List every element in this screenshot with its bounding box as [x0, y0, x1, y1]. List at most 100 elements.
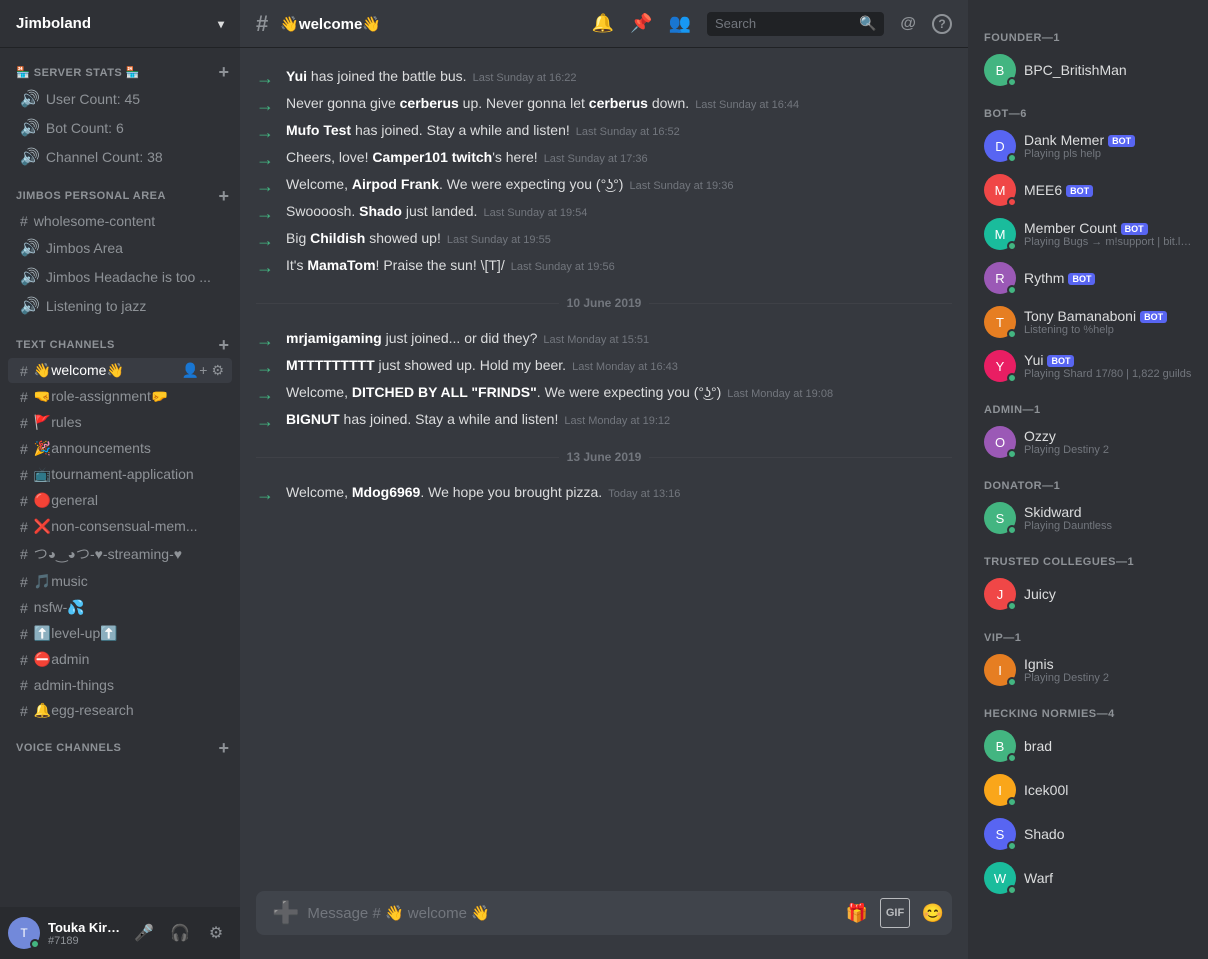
- avatar-initials: B: [996, 739, 1005, 754]
- join-arrow-icon: →: [256, 122, 274, 143]
- notifications-icon[interactable]: 🔔: [592, 13, 614, 34]
- member-avatar: T: [984, 306, 1016, 338]
- add-channel-button[interactable]: +: [216, 64, 232, 80]
- separator-line: [649, 303, 952, 304]
- section-header-voice[interactable]: VOICE CHANNELS+: [0, 724, 240, 760]
- hash-icon: #: [20, 652, 28, 668]
- member-name: RythmBOT: [1024, 270, 1192, 286]
- members-panel: FOUNDER—1 B BPC_BritishMan BOT—6 D Dank …: [968, 0, 1208, 959]
- message-content: Mufo Test has joined. Stay a while and l…: [286, 120, 680, 141]
- channel-name: 🚩rules: [34, 414, 224, 431]
- channel-item[interactable]: #⬆️level-up⬆️: [8, 621, 232, 646]
- avatar-initials: B: [996, 63, 1005, 78]
- member-item[interactable]: S Shado: [976, 812, 1200, 856]
- member-item[interactable]: R RythmBOT: [976, 256, 1200, 300]
- section-label: TEXT CHANNELS: [16, 339, 115, 351]
- channel-item[interactable]: #🎵music: [8, 569, 232, 594]
- search-input[interactable]: [715, 16, 855, 31]
- channel-item[interactable]: 🔊Bot Count: 6: [8, 114, 232, 142]
- join-arrow-icon: →: [256, 411, 274, 432]
- channel-item[interactable]: 🔊Channel Count: 38: [8, 143, 232, 171]
- search-box[interactable]: 🔍: [707, 12, 884, 36]
- status-indicator: [1007, 241, 1017, 251]
- member-name: Tony BamanaboniBOT: [1024, 308, 1192, 324]
- member-avatar: O: [984, 426, 1016, 458]
- member-item[interactable]: B BPC_BritishMan: [976, 48, 1200, 92]
- channel-item[interactable]: #🤜role-assignment🤛: [8, 384, 232, 409]
- member-item[interactable]: B brad: [976, 724, 1200, 768]
- member-item[interactable]: I Ignis Playing Destiny 2: [976, 648, 1200, 692]
- section-header-jimbos-personal[interactable]: JIMBOS PERSONAL AREA+: [0, 172, 240, 208]
- channel-item[interactable]: 🔊User Count: 45: [8, 85, 232, 113]
- member-item[interactable]: D Dank MemerBOT Playing pls help: [976, 124, 1200, 168]
- channel-item[interactable]: #⛔admin: [8, 647, 232, 672]
- member-item[interactable]: O Ozzy Playing Destiny 2: [976, 420, 1200, 464]
- emoji-icon[interactable]: 😊: [918, 898, 948, 928]
- hash-icon: #: [20, 626, 28, 642]
- member-activity: Playing Shard 17/80 | 1,822 guilds: [1024, 368, 1192, 380]
- member-item[interactable]: I Icek00l: [976, 768, 1200, 812]
- add-voice-channel-button[interactable]: +: [216, 740, 232, 756]
- help-icon[interactable]: ?: [932, 14, 952, 34]
- message-content: It's MamaTom! Praise the sun! \[T]/Last …: [286, 255, 615, 276]
- channel-item[interactable]: #👋welcome👋👤+⚙: [8, 358, 232, 383]
- add-member-icon[interactable]: 👤+: [182, 362, 208, 379]
- channel-name: Listening to jazz: [46, 298, 146, 314]
- member-item[interactable]: J Juicy: [976, 572, 1200, 616]
- section-header-text-channels[interactable]: TEXT CHANNELS +: [0, 321, 240, 357]
- channel-item[interactable]: 🔊Jimbos Area: [8, 234, 232, 262]
- section-header-server-stats[interactable]: 🏪 SERVER STATS 🏪+: [0, 48, 240, 84]
- member-info: Warf: [1024, 870, 1192, 886]
- discriminator: #7189: [48, 935, 120, 947]
- message-content: Big Childish showed up!Last Sunday at 19…: [286, 228, 551, 249]
- gift-icon[interactable]: 🎁: [842, 898, 872, 928]
- role-header: DONATOR—1: [976, 464, 1200, 496]
- member-item[interactable]: M MEE6BOT: [976, 168, 1200, 212]
- member-item[interactable]: W Warf: [976, 856, 1200, 900]
- bot-badge: BOT: [1066, 185, 1093, 197]
- add-channel-button[interactable]: +: [216, 337, 232, 353]
- channel-item[interactable]: #🚩rules: [8, 410, 232, 435]
- channel-settings-icon[interactable]: ⚙: [211, 362, 224, 379]
- deafen-button[interactable]: 🎧: [164, 917, 196, 949]
- add-channel-button[interactable]: +: [216, 188, 232, 204]
- channel-name: admin-things: [34, 677, 224, 693]
- channel-item[interactable]: #🔴general: [8, 488, 232, 513]
- channel-item[interactable]: #❌non-consensual-mem...: [8, 514, 232, 539]
- gif-icon[interactable]: GIF: [880, 898, 910, 928]
- message-timestamp: Last Sunday at 19:54: [483, 207, 587, 219]
- pinned-messages-icon[interactable]: 📌: [630, 13, 652, 34]
- member-name: brad: [1024, 738, 1192, 754]
- message-row: → Swoooosh. Shado just landed.Last Sunda…: [240, 199, 968, 226]
- member-item[interactable]: M Member CountBOT Playing Bugs → m!suppo…: [976, 212, 1200, 256]
- member-item[interactable]: T Tony BamanaboniBOT Listening to %help: [976, 300, 1200, 344]
- member-list-icon[interactable]: 👥: [669, 13, 691, 34]
- message-input[interactable]: [307, 905, 842, 922]
- member-item[interactable]: Y YuiBOT Playing Shard 17/80 | 1,822 gui…: [976, 344, 1200, 388]
- channel-item[interactable]: 🔊Listening to jazz: [8, 292, 232, 320]
- join-arrow-icon: →: [256, 384, 274, 405]
- settings-button[interactable]: ⚙: [200, 917, 232, 949]
- channel-item[interactable]: #📺tournament-application: [8, 462, 232, 487]
- channel-item[interactable]: #🎉announcements: [8, 436, 232, 461]
- member-avatar: R: [984, 262, 1016, 294]
- channel-item[interactable]: #wholesome-content: [8, 209, 232, 233]
- channel-item[interactable]: #nsfw-💦: [8, 595, 232, 620]
- avatar-initials: J: [997, 587, 1004, 602]
- status-indicator: [1007, 753, 1017, 763]
- member-name: Warf: [1024, 870, 1192, 886]
- channel-item[interactable]: #admin-things: [8, 673, 232, 697]
- mute-button[interactable]: 🎤: [128, 917, 160, 949]
- member-name: YuiBOT: [1024, 352, 1192, 368]
- channel-item[interactable]: 🔊Jimbos Headache is too ...: [8, 263, 232, 291]
- message-timestamp: Last Sunday at 19:36: [629, 180, 733, 192]
- attach-button[interactable]: ➕: [272, 900, 299, 926]
- channel-item[interactable]: #🔔egg-research: [8, 698, 232, 723]
- member-info: YuiBOT Playing Shard 17/80 | 1,822 guild…: [1024, 352, 1192, 380]
- mention-icon[interactable]: @: [900, 15, 916, 33]
- member-item[interactable]: S Skidward Playing Dauntless: [976, 496, 1200, 540]
- server-header[interactable]: Jimboland ▾: [0, 0, 240, 48]
- channel-item[interactable]: #つ◕‿◕つ-♥-streaming-♥: [8, 540, 232, 568]
- member-name: Shado: [1024, 826, 1192, 842]
- member-activity: Listening to %help: [1024, 324, 1192, 336]
